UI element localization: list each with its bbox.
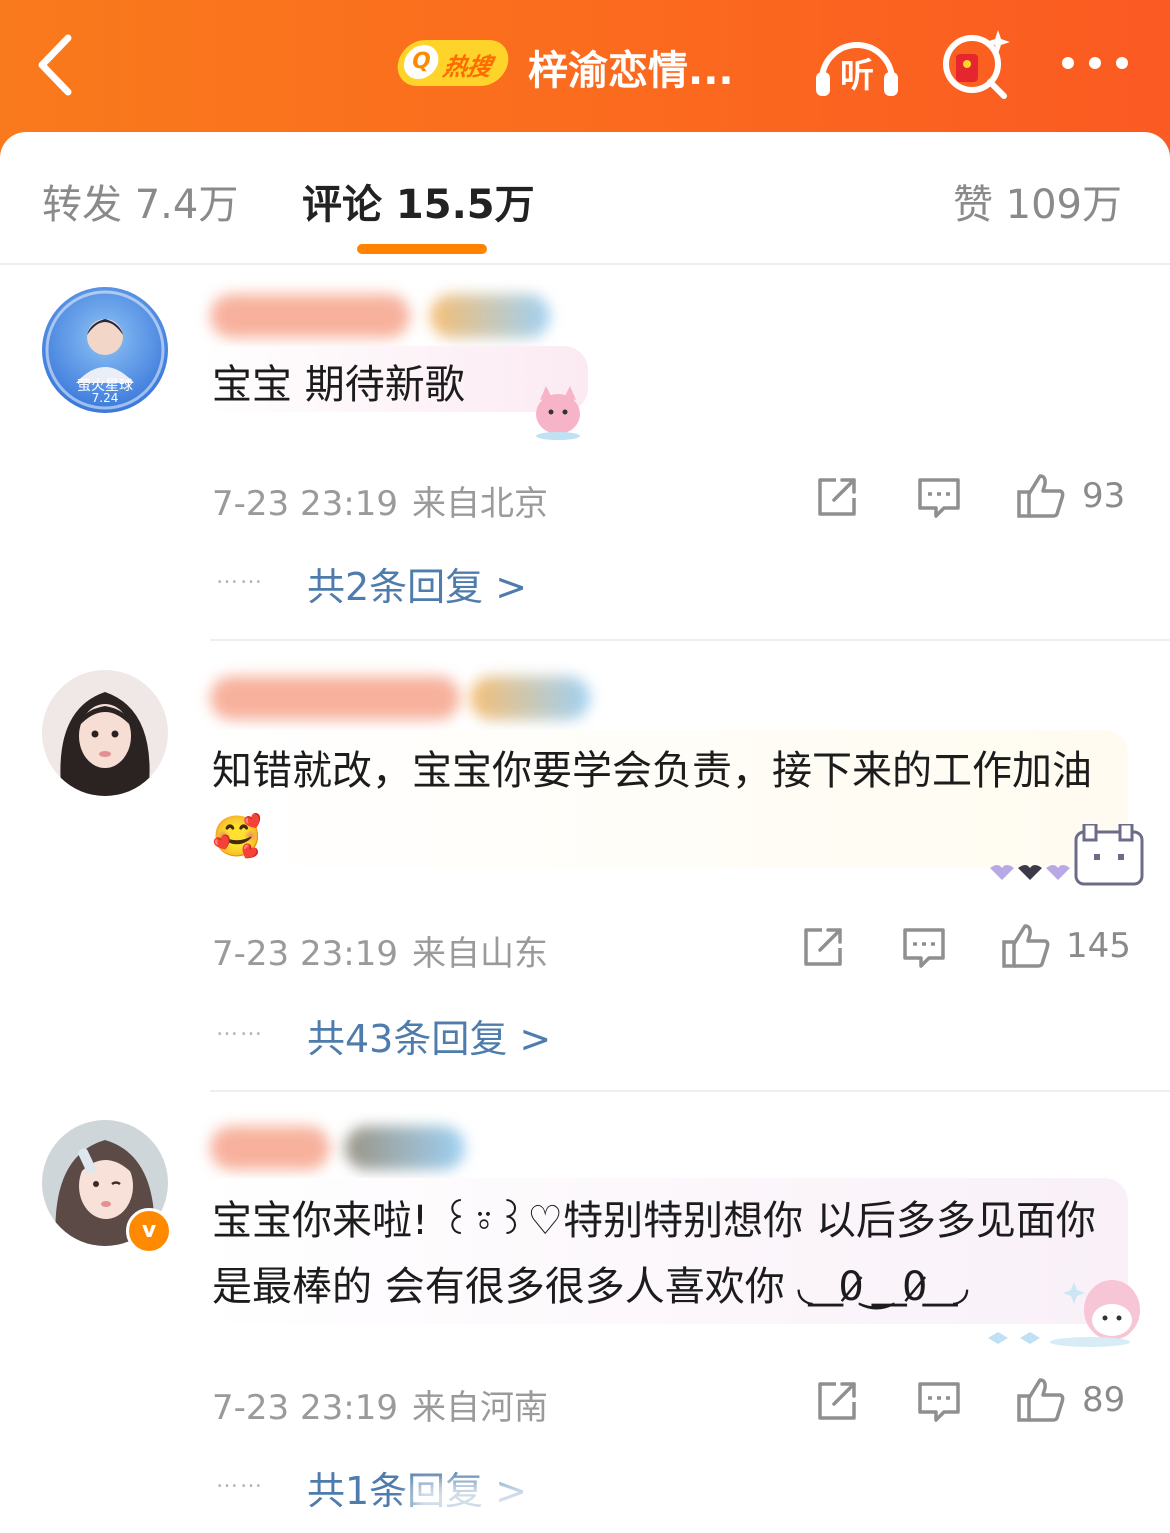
repost-button[interactable] [814, 474, 860, 524]
ellipsis: …… [216, 1468, 264, 1493]
listen-label: 听 [840, 56, 874, 96]
avatar-date: 7.24 [91, 391, 119, 405]
my-melody-sticker [988, 1280, 1140, 1347]
comment-icon [918, 1382, 960, 1422]
ellipsis: …… [216, 1016, 264, 1041]
like-count: 93 [1082, 476, 1126, 516]
share-icon [818, 1382, 856, 1420]
comment-icon [918, 478, 960, 518]
reply-button[interactable] [901, 924, 947, 974]
location: 来自河南 [411, 1388, 548, 1428]
comment-text: 知错就改，宝宝你要学会负责，接下来的工作加油🥰 [212, 748, 1092, 860]
like-button[interactable] [1016, 1376, 1066, 1428]
search-icon: Q [401, 45, 442, 79]
user-badge-blurred [345, 1126, 465, 1170]
comment-meta: 7-23 23:19 来自山东 [212, 926, 548, 975]
chevron-left-icon [38, 34, 72, 96]
more-dot-icon [1062, 57, 1074, 69]
view-replies-link[interactable]: 共43条回复 > [307, 1008, 551, 1063]
divider [0, 263, 1170, 265]
tab-reposts[interactable]: 转发 7.4万 [42, 172, 238, 230]
hot-search-badge[interactable]: Q 热搜 [393, 40, 513, 86]
more-options-button[interactable] [1056, 40, 1136, 90]
divider [210, 1090, 1170, 1092]
location: 来自北京 [411, 484, 548, 524]
more-dot-icon [1089, 57, 1101, 69]
comment-meta: 7-23 23:19 来自北京 [212, 476, 548, 525]
location: 来自山东 [411, 934, 548, 974]
active-tab-indicator [357, 244, 487, 254]
page-title[interactable]: 梓渝恋情... [528, 38, 758, 96]
back-button[interactable] [30, 30, 90, 100]
share-icon [818, 478, 856, 516]
share-icon [804, 928, 842, 966]
thumbs-up-icon [1017, 1378, 1065, 1422]
red-packet-search-button[interactable] [938, 26, 1018, 100]
timestamp: 7-23 23:19 [212, 484, 398, 524]
reply-button[interactable] [916, 1378, 962, 1428]
pixel-bunny-sticker [990, 824, 1144, 886]
reply-button[interactable] [916, 474, 962, 524]
user-badge-blurred [430, 294, 550, 338]
comment-sheet: 转发 7.4万 评论 15.5万 赞 109万 萤火星球 7.24 宝宝 期待新… [0, 132, 1170, 1533]
comment-text: 宝宝 期待新歌 [212, 362, 465, 408]
username-blurred[interactable] [210, 676, 460, 720]
pink-cat-sticker [536, 386, 580, 440]
hot-search-label: 热搜 [440, 53, 494, 81]
watermark-overlay [410, 1480, 730, 1520]
red-packet-search-icon [943, 30, 1010, 99]
username-blurred[interactable] [210, 294, 410, 338]
ellipsis: …… [216, 564, 264, 589]
more-dot-icon [1116, 57, 1128, 69]
like-count: 145 [1066, 926, 1131, 966]
timestamp: 7-23 23:19 [212, 934, 398, 974]
divider [210, 639, 1170, 641]
like-count: 89 [1082, 1380, 1126, 1420]
thumbs-up-icon [1002, 924, 1050, 968]
timestamp: 7-23 23:19 [212, 1388, 398, 1428]
like-button[interactable] [1001, 922, 1051, 974]
comment-icon [903, 928, 945, 968]
comment-text: 宝宝你来啦! ꒰⍤꒱♡特别特别想你 以后多多见面你是最棒的 会有很多很多人喜欢你… [212, 1198, 1096, 1310]
view-replies-link[interactable]: 共2条回复 > [307, 556, 527, 611]
comment-meta: 7-23 23:19 来自河南 [212, 1380, 548, 1429]
user-badge-blurred [470, 676, 590, 720]
repost-button[interactable] [800, 924, 846, 974]
thumbs-up-icon [1017, 474, 1065, 518]
listen-button[interactable]: 听 [812, 30, 902, 100]
like-button[interactable] [1016, 472, 1066, 524]
tab-comments[interactable]: 评论 15.5万 [302, 172, 535, 230]
username-blurred[interactable] [210, 1126, 330, 1170]
avatar[interactable]: 萤火星球 7.24 [42, 287, 168, 413]
verified-badge-icon: v [126, 1208, 172, 1254]
tab-likes[interactable]: 赞 109万 [953, 172, 1122, 230]
repost-button[interactable] [814, 1378, 860, 1428]
avatar[interactable] [42, 670, 168, 796]
